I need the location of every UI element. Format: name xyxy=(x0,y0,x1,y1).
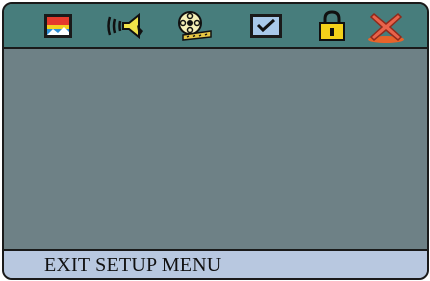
film-reel-icon xyxy=(178,11,212,41)
speaker-icon xyxy=(107,12,143,40)
status-bar: EXIT SETUP MENU xyxy=(4,249,427,278)
exit-x-icon xyxy=(369,12,403,41)
status-text: EXIT SETUP MENU xyxy=(44,254,222,276)
tab-picture[interactable] xyxy=(36,8,80,44)
tab-exit[interactable] xyxy=(364,8,408,44)
menu-content-area xyxy=(4,49,427,252)
padlock-icon xyxy=(319,10,345,41)
setup-menu-screen: EXIT SETUP MENU xyxy=(2,2,429,280)
tab-password[interactable] xyxy=(310,8,354,44)
tab-preferences[interactable] xyxy=(244,8,288,44)
menu-tab-bar xyxy=(4,4,427,49)
picture-icon xyxy=(44,14,72,38)
tab-video[interactable] xyxy=(172,8,216,44)
tab-audio[interactable] xyxy=(105,8,149,44)
checkbox-monitor-icon xyxy=(250,14,282,38)
